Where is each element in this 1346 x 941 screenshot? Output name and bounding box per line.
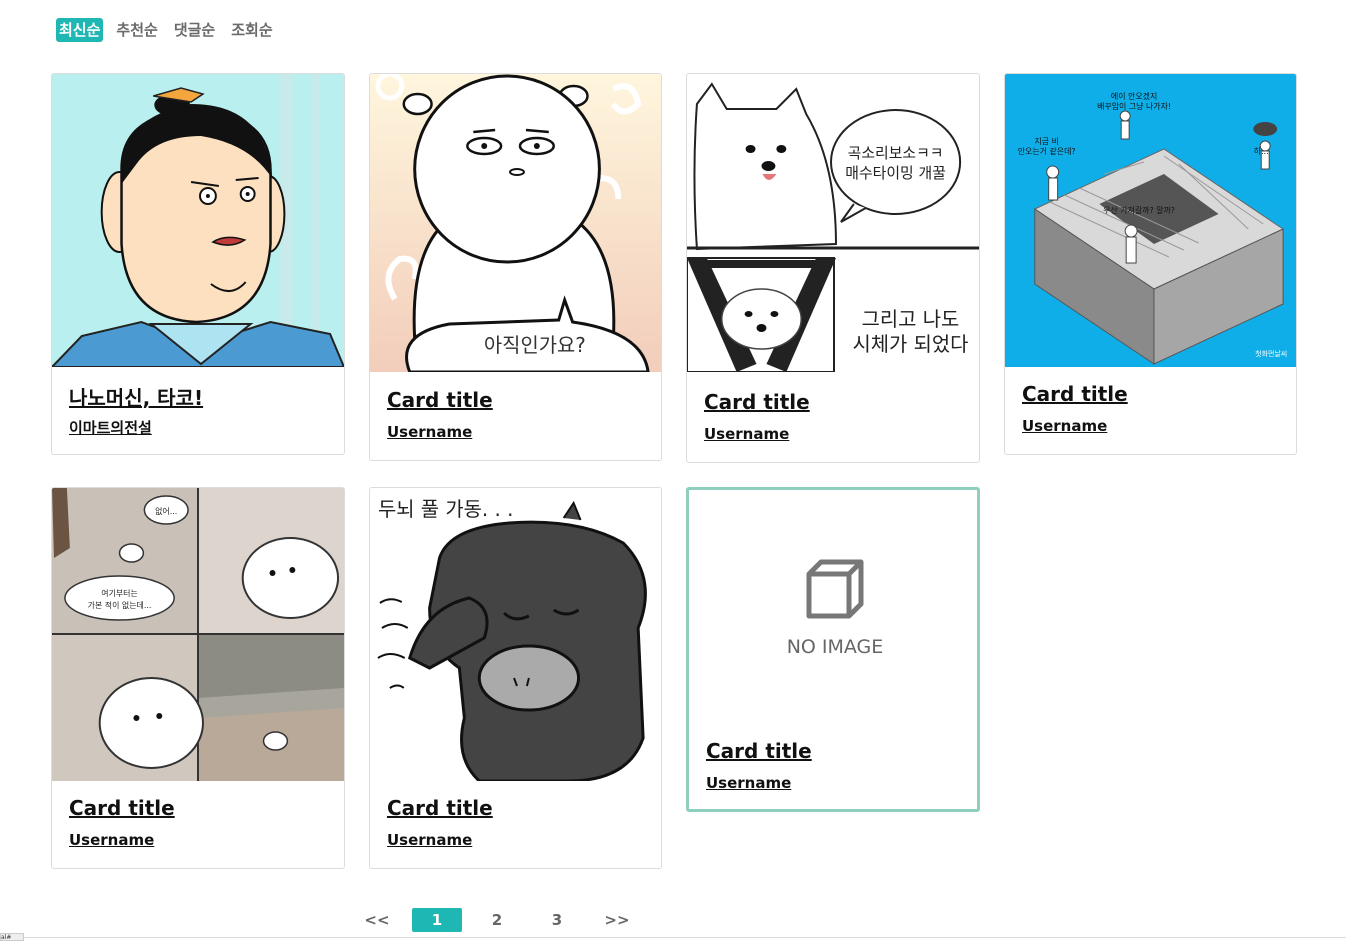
page-button-1[interactable]: 1	[412, 908, 462, 932]
svg-text:안오는거 같은데?: 안오는거 같은데?	[1018, 146, 1076, 156]
card-username[interactable]: 이마트의전설	[69, 417, 152, 438]
sort-tab-views[interactable]: 조회순	[228, 18, 275, 42]
sort-tab-comments[interactable]: 댓글순	[171, 18, 218, 42]
svg-text:그리고 나도: 그리고 나도	[862, 308, 960, 331]
svg-text:지금 비: 지금 비	[1034, 137, 1058, 146]
corner-status-label: al#	[0, 933, 24, 941]
card-thumbnail[interactable]: 곡소리보소ㅋㅋ 매수타이밍 개꿀 그리고 나도 시체가 되었다	[687, 74, 979, 372]
card-username[interactable]: Username	[387, 423, 472, 441]
sort-tabs: 최신순 추천순 댓글순 조회순	[56, 18, 276, 42]
post-card-1[interactable]: 나노머신, 타코! 이마트의전설	[51, 73, 345, 455]
svg-text:가본 적이 없는데...: 가본 적이 없는데...	[88, 600, 152, 610]
card-title[interactable]: Card title	[387, 388, 493, 412]
svg-text:없어...: 없어...	[155, 506, 177, 516]
svg-text:여기부터는: 여기부터는	[101, 588, 138, 598]
page-button-2[interactable]: 2	[472, 908, 522, 932]
post-card-6[interactable]: 두뇌 풀 가동. . . Card title Username	[369, 487, 662, 869]
card-title[interactable]: Card title	[704, 390, 810, 414]
card-title[interactable]: Card title	[706, 739, 812, 763]
card-username[interactable]: Username	[1022, 417, 1107, 435]
svg-text:매수타이밍 개꿀: 매수타이밍 개꿀	[845, 164, 946, 182]
footer-divider	[0, 937, 1346, 938]
card-thumbnail[interactable]: 두뇌 풀 가동. . .	[370, 488, 661, 781]
no-image-text: NO IMAGE	[787, 636, 884, 658]
page-next-button[interactable]: >>	[592, 908, 642, 932]
card-thumbnail[interactable]: 에이 안오겠지 배꾸암이 그냥 나가자! 지금 비 안오는거 같은데? 하...…	[1005, 74, 1296, 367]
speech-text: 아직인가요?	[484, 334, 586, 357]
sort-tab-recommended[interactable]: 추천순	[113, 18, 160, 42]
svg-text:곡소리보소ㅋㅋ: 곡소리보소ㅋㅋ	[848, 144, 944, 162]
sort-tab-latest[interactable]: 최신순	[56, 18, 104, 42]
card-username[interactable]: Username	[706, 774, 791, 792]
card-thumbnail[interactable]	[52, 74, 344, 367]
svg-text:시체가 되었다: 시체가 되었다	[853, 333, 969, 356]
card-title[interactable]: Card title	[387, 796, 493, 820]
page-button-3[interactable]: 3	[532, 908, 582, 932]
svg-text:배꾸암이 그냥 나가자!: 배꾸암이 그냥 나가자!	[1097, 101, 1171, 111]
card-title[interactable]: Card title	[69, 796, 175, 820]
post-card-4[interactable]: 에이 안오겠지 배꾸암이 그냥 나가자! 지금 비 안오는거 같은데? 하...…	[1004, 73, 1297, 455]
svg-text:첫화먼날씨: 첫화먼날씨	[1255, 349, 1287, 358]
post-card-5[interactable]: 없어... 여기부터는 가본 적이 없는데... Card title User…	[51, 487, 345, 869]
card-username[interactable]: Username	[387, 831, 472, 849]
card-thumbnail[interactable]: 아직인가요?	[370, 74, 661, 372]
post-card-7[interactable]: NO IMAGE Card title Username	[686, 487, 980, 812]
card-thumbnail[interactable]: NO IMAGE	[689, 490, 977, 730]
svg-text:하...: 하...	[1254, 146, 1269, 156]
page-prev-button[interactable]: <<	[352, 908, 402, 932]
card-thumbnail[interactable]: 없어... 여기부터는 가본 적이 없는데...	[52, 488, 344, 781]
card-title[interactable]: Card title	[1022, 382, 1128, 406]
post-card-3[interactable]: 곡소리보소ㅋㅋ 매수타이밍 개꿀 그리고 나도 시체가 되었다 Card tit…	[686, 73, 980, 463]
svg-text:우산 가져갈까? 말까?: 우산 가져갈까? 말까?	[1103, 205, 1175, 215]
pagination: << 1 2 3 >>	[0, 908, 1346, 932]
post-card-2[interactable]: 아직인가요? Card title Username	[369, 73, 662, 461]
card-username[interactable]: Username	[704, 425, 789, 443]
svg-text:에이 안오겠지: 에이 안오겠지	[1111, 91, 1157, 101]
comic-caption: 두뇌 풀 가동. . .	[378, 498, 514, 521]
card-username[interactable]: Username	[69, 831, 154, 849]
card-title[interactable]: 나노머신, 타코!	[69, 382, 203, 411]
